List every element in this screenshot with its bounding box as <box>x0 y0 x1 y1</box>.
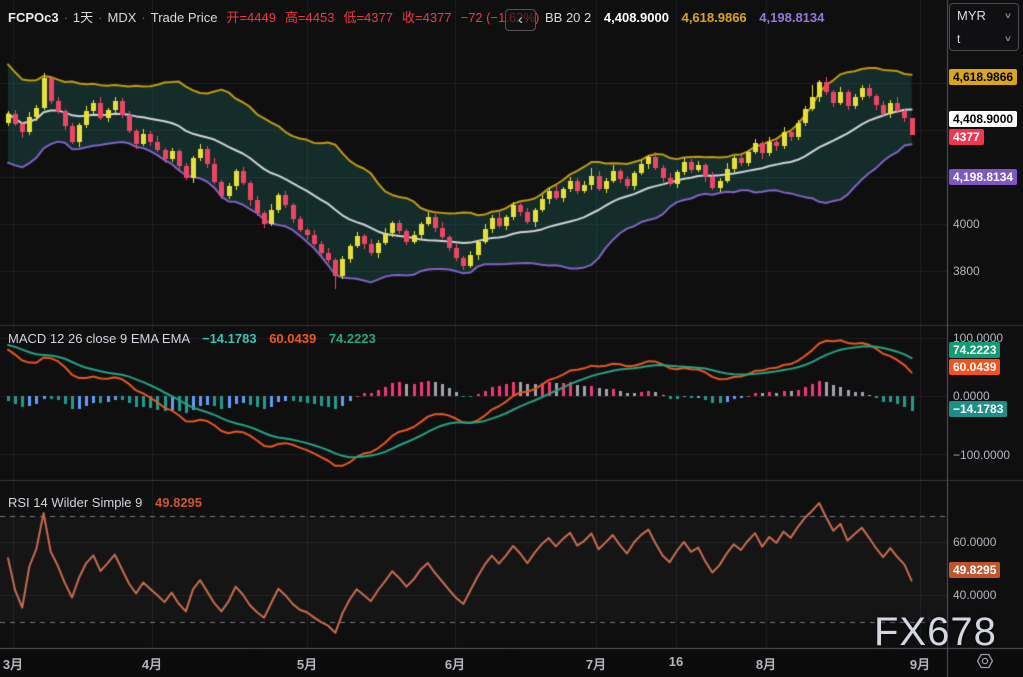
ohlc-item: 高=4453 <box>285 10 335 25</box>
price-badge-macd-signal: 74.2223 <box>949 342 1000 358</box>
chart-settings-gear-icon[interactable] <box>976 652 994 670</box>
exchange-name: MDX <box>108 10 137 25</box>
macd-hist-value: −14.1783 <box>202 331 257 346</box>
macd-signal-value: 74.2223 <box>329 331 376 346</box>
bb-basis-value: 4,408.9000 <box>604 10 669 25</box>
series-type: Trade Price <box>151 10 218 25</box>
price-badge-bb-lower: 4,198.8134 <box>949 169 1017 185</box>
ohlc-item: 低=4377 <box>343 10 393 25</box>
time-axis-label: 3月 <box>3 654 23 673</box>
price-axis-tick: 3800 <box>953 264 980 278</box>
fx678-watermark: FX678 <box>874 610 997 655</box>
time-axis-label: 5月 <box>297 654 317 673</box>
macd-title[interactable]: MACD 12 26 close 9 EMA EMA <box>8 331 189 346</box>
price-badge-rsi-value: 49.8295 <box>949 562 1000 578</box>
separator-dot: · <box>98 10 102 25</box>
currency-value: MYR <box>957 8 986 23</box>
price-axis-tick: 40.0000 <box>953 588 996 602</box>
time-axis-label: 4月 <box>142 654 162 673</box>
unit-select[interactable]: t ∨ <box>950 27 1018 50</box>
price-axis-tick: 60.0000 <box>953 535 996 549</box>
price-badge-macd-line: 60.0439 <box>949 359 1000 375</box>
time-axis-label: 8月 <box>756 654 776 673</box>
legend-collapse-button[interactable]: ‹ <box>505 9 536 31</box>
currency-select[interactable]: MYR ∨ <box>950 4 1018 27</box>
bb-upper-value: 4,618.9866 <box>682 10 747 25</box>
price-axis-tick: −100.0000 <box>953 448 1010 462</box>
time-axis-label: 6月 <box>445 654 465 673</box>
symbol-legend: FCPOc3 · 1天 · MDX · Trade Price 开=4449 高=4453 低=4… <box>8 10 539 26</box>
trading-chart-window: FCPOc3 · 1天 · MDX · Trade Price 开=4449 高=4453 低=4… <box>0 0 1023 677</box>
rsi-title[interactable]: RSI 14 Wilder Simple 9 <box>8 495 142 510</box>
separator-dot: · <box>141 10 145 25</box>
symbol-name[interactable]: FCPOc3 <box>8 10 59 25</box>
separator-dot: · <box>64 10 68 25</box>
price-badge-bb-basis: 4,408.9000 <box>949 111 1017 127</box>
rsi-legend: RSI 14 Wilder Simple 9 49.8295 <box>8 495 202 511</box>
currency-unit-selector: MYR ∨ t ∨ <box>949 3 1019 51</box>
time-axis-label: 7月 <box>586 654 606 673</box>
unit-value: t <box>957 32 960 46</box>
ohlc-values: 开=4449高=4453低=4377收=4377−72 (−1.62%) <box>217 10 539 25</box>
bb-title[interactable]: BB 20 2 <box>545 10 591 25</box>
price-badge-last-price: 4377 <box>949 129 984 145</box>
price-axis-tick: 4000 <box>953 217 980 231</box>
bb-legend: BB 20 2 4,408.9000 4,618.9866 4,198.8134 <box>545 10 824 26</box>
macd-line-value: 60.0439 <box>269 331 316 346</box>
chevron-down-icon: ∨ <box>1004 11 1012 20</box>
ohlc-item: 开=4449 <box>226 10 276 25</box>
ohlc-item: 收=4377 <box>402 10 452 25</box>
price-badge-bb-upper: 4,618.9866 <box>949 69 1017 85</box>
interval-value[interactable]: 1天 <box>73 10 93 25</box>
time-axis-label: 16 <box>669 654 683 669</box>
macd-legend: MACD 12 26 close 9 EMA EMA −14.1783 60.0… <box>8 331 376 347</box>
rsi-value: 49.8295 <box>155 495 202 510</box>
time-axis-label: 9月 <box>910 654 930 673</box>
chevron-down-icon: ∨ <box>1004 34 1012 43</box>
price-badge-macd-hist: −14.1783 <box>949 401 1007 417</box>
bb-lower-value: 4,198.8134 <box>759 10 824 25</box>
